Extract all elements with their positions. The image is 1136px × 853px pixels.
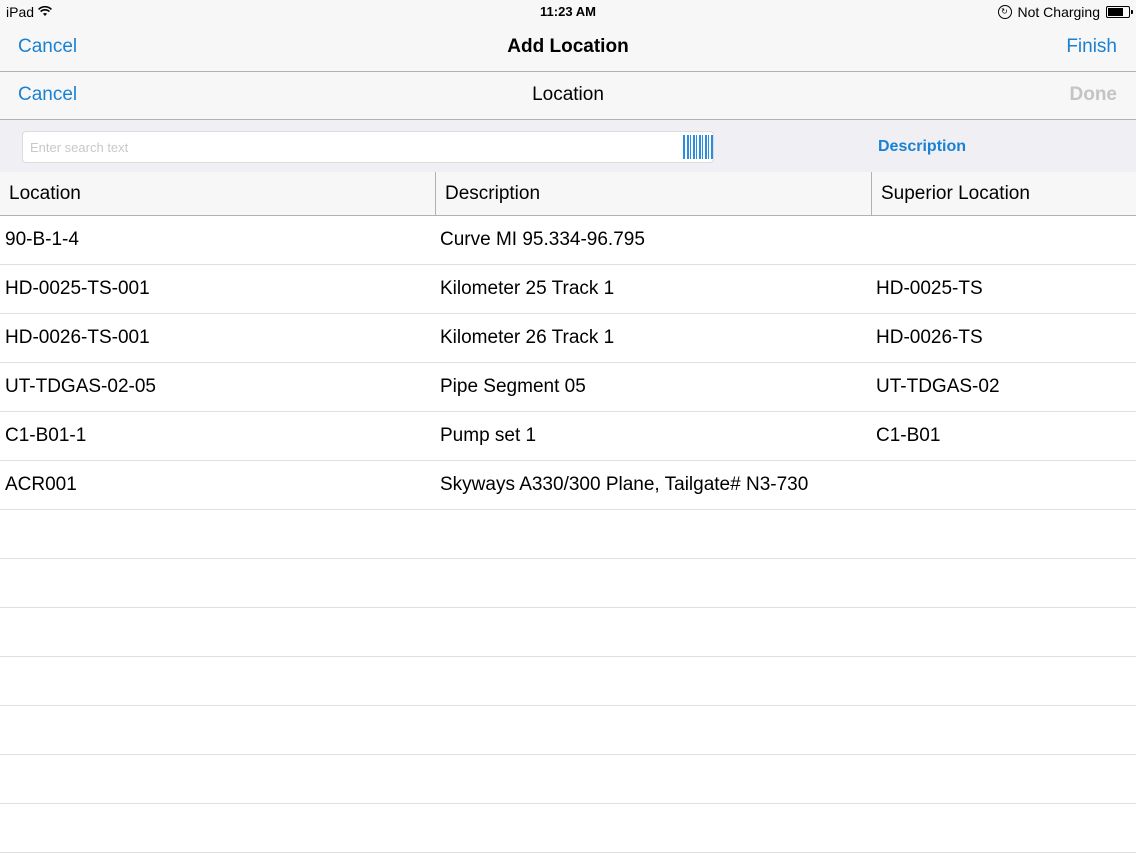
empty-table-row <box>0 804 1136 853</box>
battery-icon <box>1106 6 1133 18</box>
cell-description: Skyways A330/300 Plane, Tailgate# N3-730 <box>440 474 809 495</box>
rotation-lock-icon: ↻ <box>997 5 1012 19</box>
cell-superior-location: C1-B01 <box>876 425 941 446</box>
status-bar: iPad 11:23 AM ↻ Not Charging <box>0 0 1136 24</box>
empty-table-row <box>0 559 1136 608</box>
cell-description: Pipe Segment 05 <box>440 376 586 397</box>
column-header-superior-location[interactable]: Superior Location <box>872 172 1136 215</box>
empty-table-row <box>0 706 1136 755</box>
table-row[interactable]: ACR001 Skyways A330/300 Plane, Tailgate#… <box>0 461 1136 510</box>
table-header: Location Description Superior Location <box>0 172 1136 216</box>
cell-superior-location: HD-0026-TS <box>876 327 983 348</box>
location-table: 90-B-1-4 Curve MI 95.334-96.795 HD-0025-… <box>0 216 1136 853</box>
empty-table-row <box>0 657 1136 706</box>
cell-location: HD-0026-TS-001 <box>5 327 150 348</box>
cell-location: 90-B-1-4 <box>5 229 79 250</box>
empty-table-row <box>0 608 1136 657</box>
search-input[interactable] <box>23 132 670 162</box>
cell-superior-location: UT-TDGAS-02 <box>876 376 1000 397</box>
location-title: Location <box>532 84 604 105</box>
top-navigation-bar: Cancel Add Location Finish <box>0 24 1136 72</box>
empty-table-row <box>0 755 1136 804</box>
finish-button[interactable]: Finish <box>1066 36 1117 58</box>
location-navigation-bar: Cancel Location Done <box>0 72 1136 120</box>
cell-location: HD-0025-TS-001 <box>5 278 150 299</box>
table-row[interactable]: HD-0025-TS-001 Kilometer 25 Track 1 HD-0… <box>0 265 1136 314</box>
empty-table-row <box>0 510 1136 559</box>
status-right: ↻ Not Charging <box>997 4 1133 20</box>
cell-description: Pump set 1 <box>440 425 537 446</box>
cell-description: Kilometer 26 Track 1 <box>440 327 615 348</box>
table-row[interactable]: 90-B-1-4 Curve MI 95.334-96.795 <box>0 216 1136 265</box>
search-filter-button[interactable]: Description <box>878 138 966 156</box>
cell-location: ACR001 <box>5 474 77 495</box>
cancel-button[interactable]: Cancel <box>18 36 77 58</box>
column-header-location[interactable]: Location <box>0 172 436 215</box>
table-row[interactable]: C1-B01-1 Pump set 1 C1-B01 <box>0 412 1136 461</box>
table-row[interactable]: HD-0026-TS-001 Kilometer 26 Track 1 HD-0… <box>0 314 1136 363</box>
cell-location: UT-TDGAS-02-05 <box>5 376 156 397</box>
charging-label: Not Charging <box>1017 4 1101 20</box>
cell-superior-location: HD-0025-TS <box>876 278 983 299</box>
page-title: Add Location <box>507 36 629 57</box>
table-row[interactable]: UT-TDGAS-02-05 Pipe Segment 05 UT-TDGAS-… <box>0 363 1136 412</box>
done-button[interactable]: Done <box>1070 84 1118 106</box>
cell-description: Kilometer 25 Track 1 <box>440 278 615 299</box>
search-field <box>22 131 714 163</box>
cell-description: Curve MI 95.334-96.795 <box>440 229 645 250</box>
barcode-scan-icon[interactable] <box>683 135 713 159</box>
status-time: 11:23 AM <box>540 4 596 19</box>
column-header-description[interactable]: Description <box>436 172 872 215</box>
search-bar: Description <box>0 120 1136 172</box>
cell-location: C1-B01-1 <box>5 425 87 446</box>
location-cancel-button[interactable]: Cancel <box>18 84 77 106</box>
